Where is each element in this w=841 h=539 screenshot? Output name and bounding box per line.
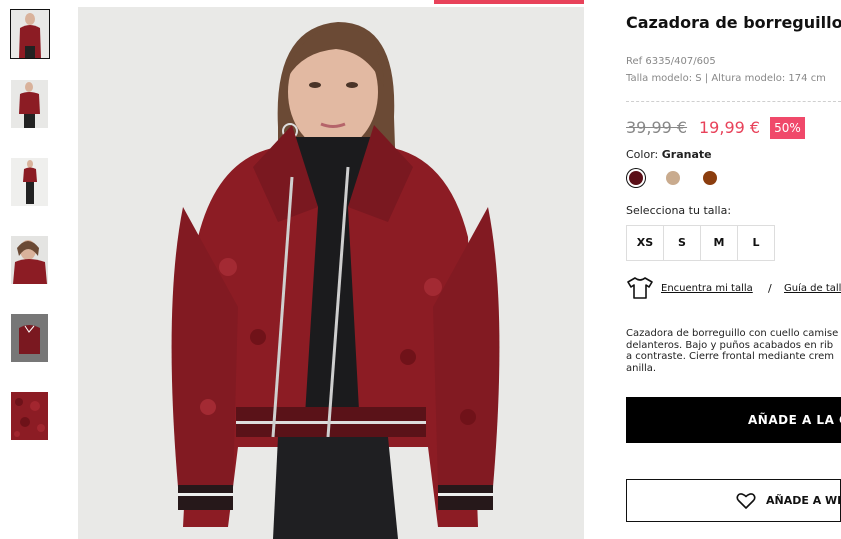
size-option-xs[interactable]: XS bbox=[627, 226, 664, 260]
heart-icon bbox=[736, 493, 756, 509]
link-separator: / bbox=[768, 282, 772, 295]
size-selector: XS S M L bbox=[626, 225, 775, 261]
add-to-wishlist-label: AÑADE A WIS bbox=[766, 494, 841, 507]
sale-price: 19,99 € bbox=[699, 118, 761, 137]
tshirt-icon bbox=[627, 277, 653, 299]
discount-badge: 50% bbox=[770, 117, 805, 139]
size-guide-link[interactable]: Guía de tall bbox=[784, 283, 841, 294]
color-label-prefix: Color: bbox=[626, 148, 659, 161]
color-label: Color: Granate bbox=[626, 148, 712, 161]
color-swatch-granate[interactable] bbox=[629, 171, 643, 185]
active-tab-indicator bbox=[434, 0, 584, 4]
thumbnail-gallery bbox=[0, 0, 70, 539]
color-swatch-beige[interactable] bbox=[666, 171, 680, 185]
size-option-m[interactable]: M bbox=[701, 226, 738, 260]
old-price: 39,99 € bbox=[626, 118, 688, 137]
product-info-panel: Cazadora de borreguillo Ref 6335/407/605… bbox=[626, 0, 841, 539]
add-to-wishlist-button[interactable]: AÑADE A WIS bbox=[626, 479, 841, 522]
product-title: Cazadora de borreguillo bbox=[626, 13, 841, 32]
size-label: Selecciona tu talla: bbox=[626, 204, 732, 217]
size-option-l[interactable]: L bbox=[738, 226, 774, 260]
product-reference: Ref 6335/407/605 bbox=[626, 56, 716, 67]
thumbnail-4[interactable] bbox=[11, 236, 48, 284]
thumbnail-5[interactable] bbox=[11, 314, 48, 362]
size-help-links: Encuentra mi talla / Guía de tall bbox=[626, 276, 841, 300]
product-description: Cazadora de borreguillo con cuello camis… bbox=[626, 328, 839, 374]
add-to-cart-button[interactable]: AÑADE A LA CE bbox=[626, 397, 841, 443]
add-to-cart-label: AÑADE A LA CE bbox=[748, 413, 841, 427]
main-product-image[interactable] bbox=[78, 7, 584, 539]
thumbnail-6[interactable] bbox=[11, 392, 48, 440]
thumbnail-2[interactable] bbox=[11, 80, 48, 128]
find-my-size-link[interactable]: Encuentra mi talla bbox=[661, 283, 753, 294]
selected-color-name: Granate bbox=[661, 148, 712, 161]
color-swatch-camel[interactable] bbox=[703, 171, 717, 185]
model-info: Talla modelo: S | Altura modelo: 174 cm bbox=[626, 73, 826, 84]
size-option-s[interactable]: S bbox=[664, 226, 701, 260]
thumbnail-1[interactable] bbox=[10, 9, 50, 59]
thumbnail-3[interactable] bbox=[11, 158, 48, 206]
divider bbox=[626, 101, 841, 102]
